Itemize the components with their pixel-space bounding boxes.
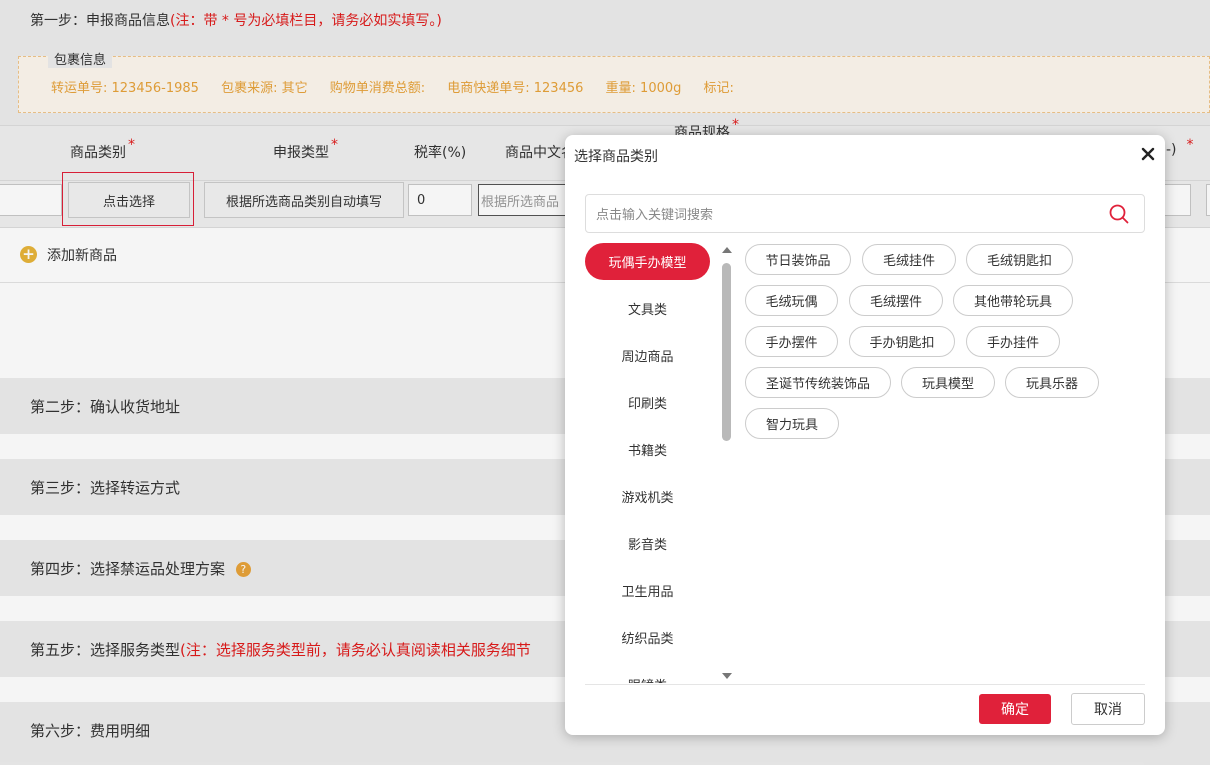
subcategory-tag[interactable]: 圣诞节传统装饰品	[745, 367, 891, 398]
subcategory-tag[interactable]: 手办挂件	[966, 326, 1060, 357]
cancel-button[interactable]: 取消	[1071, 693, 1145, 725]
category-item[interactable]: 书籍类	[585, 431, 710, 468]
category-item[interactable]: 玩偶手办模型	[585, 243, 710, 280]
search-box	[585, 194, 1145, 233]
confirm-button[interactable]: 确定	[979, 694, 1051, 724]
subcategory-tag[interactable]: 手办摆件	[745, 326, 838, 357]
subcategory-tag[interactable]: 毛绒摆件	[849, 285, 943, 316]
subcategory-tag[interactable]: 玩具乐器	[1005, 367, 1099, 398]
subcategory-tag[interactable]: 毛绒玩偶	[745, 285, 838, 316]
subcategory-tag[interactable]: 其他带轮玩具	[953, 285, 1073, 316]
category-item[interactable]: 文具类	[585, 290, 710, 327]
category-item[interactable]: 影音类	[585, 525, 710, 562]
subcategory-tag[interactable]: 毛绒钥匙扣	[966, 244, 1073, 275]
close-icon[interactable]	[1139, 145, 1157, 163]
category-item[interactable]: 印刷类	[585, 384, 710, 421]
category-item[interactable]: 卫生用品	[585, 572, 710, 609]
category-item[interactable]: 眼镜类	[585, 666, 710, 683]
search-input[interactable]	[594, 203, 1098, 227]
subcategory-tag[interactable]: 毛绒挂件	[862, 244, 956, 275]
subcategory-tag[interactable]: 智力玩具	[745, 408, 839, 439]
category-list: 玩偶手办模型 文具类 周边商品 印刷类 书籍类 游戏机类 影音类 卫生用品 纺织…	[585, 243, 710, 683]
scroll-up-icon[interactable]	[722, 247, 732, 253]
modal-footer-divider	[585, 684, 1145, 685]
category-item[interactable]: 周边商品	[585, 337, 710, 374]
subcategory-tag[interactable]: 手办钥匙扣	[849, 326, 955, 357]
search-icon[interactable]	[1108, 203, 1130, 225]
category-item[interactable]: 游戏机类	[585, 478, 710, 515]
scroll-down-icon[interactable]	[722, 673, 732, 679]
subcategory-tag[interactable]: 节日装饰品	[745, 244, 851, 275]
modal-title: 选择商品类别	[574, 149, 658, 165]
scroll-thumb[interactable]	[722, 263, 731, 441]
subcategory-tag[interactable]: 玩具模型	[901, 367, 995, 398]
category-modal: 选择商品类别 玩偶手办模型 文具类 周边商品 印刷类 书籍类 游戏机类 影音类 …	[565, 135, 1165, 735]
category-scrollbar[interactable]	[722, 245, 732, 681]
category-item[interactable]: 纺织品类	[585, 619, 710, 656]
